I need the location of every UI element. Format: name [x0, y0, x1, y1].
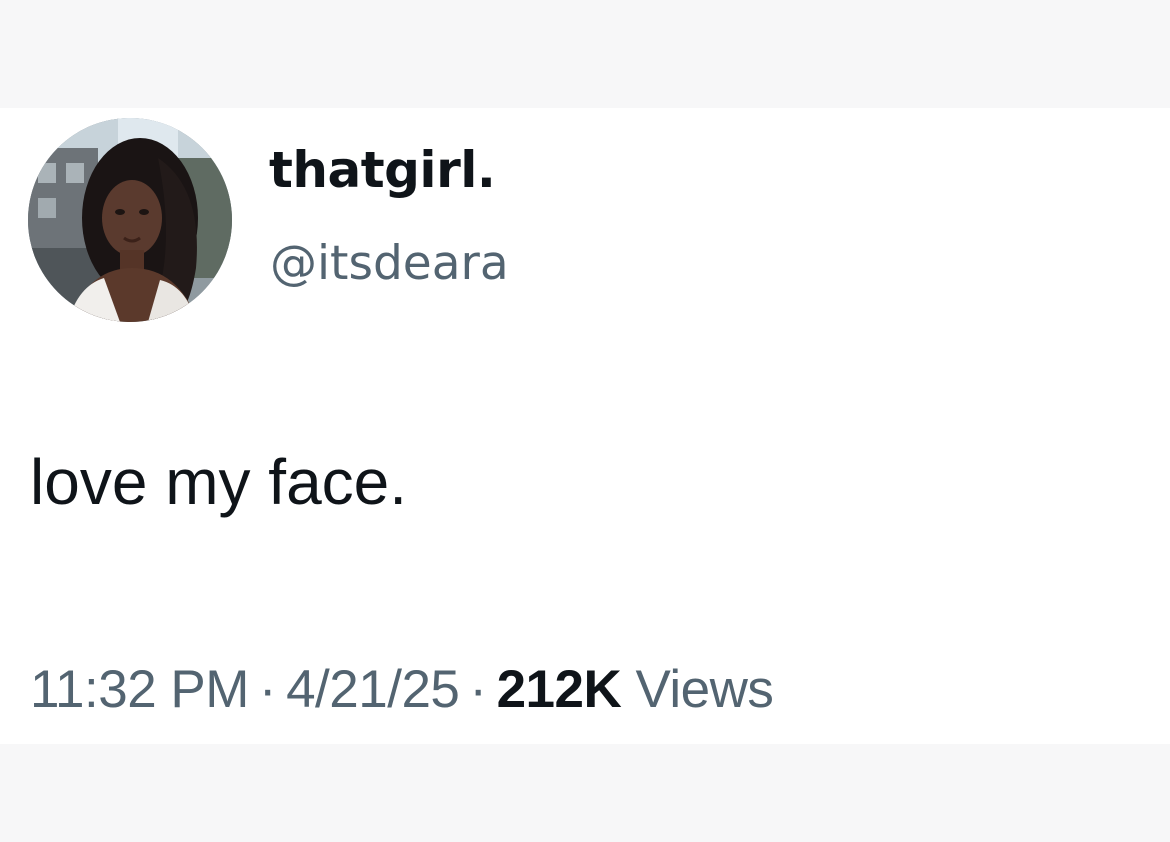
avatar-photo	[28, 118, 232, 322]
separator: ·	[469, 660, 487, 719]
tweet-metadata: 11:32 PM · 4/21/25 · 212K Views	[30, 658, 774, 722]
tweet-text: love my face.	[30, 446, 408, 518]
tweet-time[interactable]: 11:32 PM	[30, 660, 249, 719]
separator: ·	[258, 660, 277, 719]
views-count[interactable]: 212K	[497, 660, 622, 719]
tweet-card: thatgirl. @itsdeara love my face. 11:32 …	[0, 108, 1170, 744]
views-label: Views	[635, 660, 774, 719]
user-handle[interactable]: @itsdeara	[270, 234, 509, 294]
avatar[interactable]	[28, 118, 232, 322]
display-name[interactable]: thatgirl.	[269, 140, 496, 200]
tweet-date[interactable]: 4/21/25	[286, 660, 460, 719]
